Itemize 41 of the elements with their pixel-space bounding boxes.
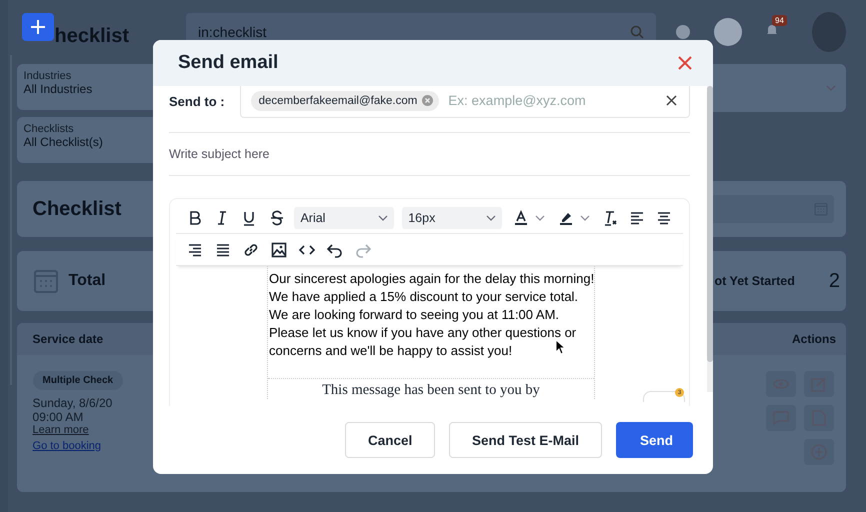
secondary-button[interactable]: Cancel <box>344 422 435 458</box>
info-icon[interactable] <box>676 25 690 39</box>
service-date: Sunday, 8/6/20 <box>32 396 112 410</box>
recipients-field[interactable]: decemberfakeemail@fake.com Ex: example@xyz.com <box>240 86 690 118</box>
body-line: Our sincerest apologies again for the delay this morning! <box>268 270 594 288</box>
image-icon <box>270 240 288 258</box>
calendar-icon <box>32 268 59 294</box>
add-button[interactable] <box>22 13 54 41</box>
column-header: Actions <box>792 332 836 346</box>
chevron-down-icon <box>486 215 496 221</box>
stat-count: 2 <box>828 270 840 292</box>
stat-label: Total <box>68 272 106 290</box>
bell-icon[interactable] <box>766 22 778 36</box>
body-line: We are looking forward to seeing you at 11:00 AM. <box>268 306 560 324</box>
section-title: Checklist <box>32 198 122 220</box>
close-button[interactable] <box>677 55 693 71</box>
send-button[interactable]: Send <box>616 422 693 458</box>
secondary-button[interactable]: Send Test E-Mail <box>448 422 602 458</box>
recipient-chip[interactable]: decemberfakeemail@fake.com <box>250 90 440 110</box>
body-line: concerns and we'll be happy to assist you! <box>268 342 512 360</box>
dialog-title: Send email <box>178 52 278 74</box>
service-time: 09:00 AM <box>32 410 84 424</box>
search-icon <box>630 25 644 39</box>
tag: Multiple Check <box>32 371 124 390</box>
column-header: Service date <box>32 332 104 346</box>
chevron-down-icon <box>534 215 545 221</box>
page-title: hecklist <box>54 24 129 48</box>
footer-note: This message has been sent to you by <box>268 378 594 399</box>
stat-label: ot Yet Started <box>714 274 795 288</box>
chevron-down-icon <box>826 85 836 91</box>
cursor-icon <box>555 339 565 355</box>
font-size-select[interactable]: 16px <box>402 207 502 229</box>
plus-icon <box>30 19 46 35</box>
chevron-down-icon <box>580 215 590 221</box>
clear-icon[interactable] <box>666 95 677 106</box>
chevron-down-icon <box>378 215 388 221</box>
font-select[interactable]: Arial <box>294 207 394 229</box>
body-line: Please let us know if you have any other questions or <box>268 324 576 342</box>
body-line: We have applied a 15% discount to your service total. <box>268 288 578 306</box>
notification-badge: 94 <box>772 14 787 26</box>
avatar-icon[interactable] <box>714 18 742 46</box>
